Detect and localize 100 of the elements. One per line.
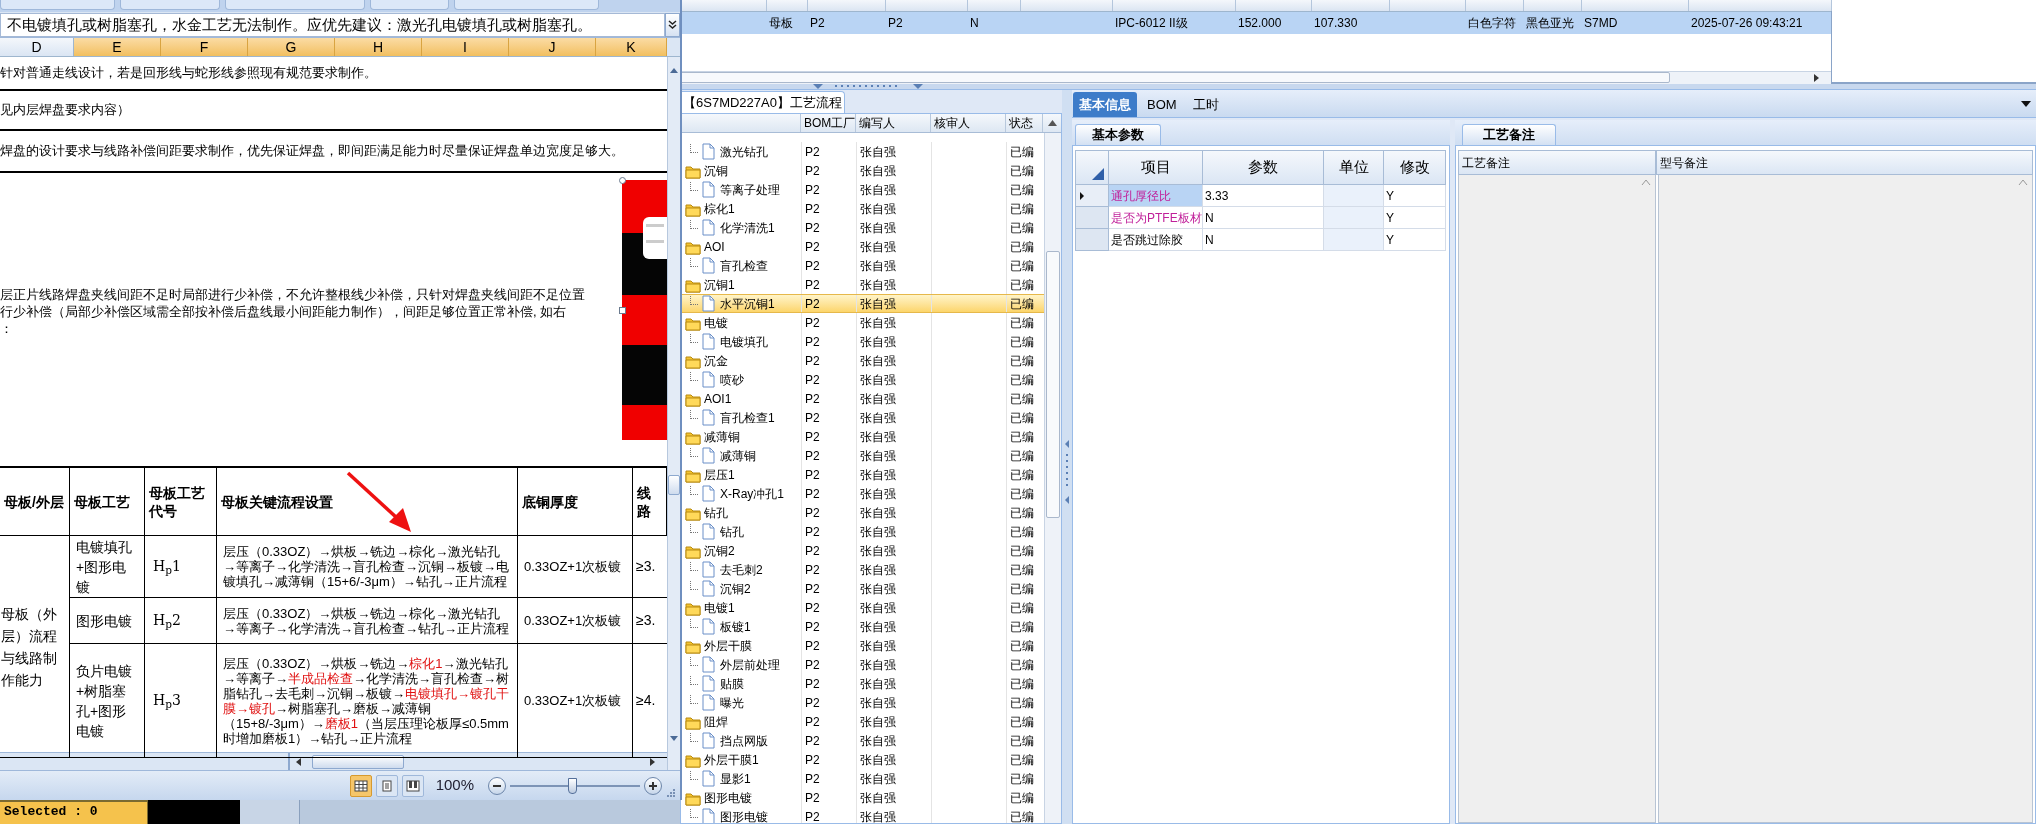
column-header[interactable]: K — [596, 38, 667, 56]
zoom-slider[interactable] — [510, 777, 640, 794]
table-cell: H$_{p}$1 — [145, 536, 217, 598]
table-cell: 0.33OZ+1次板镀 — [518, 598, 633, 644]
double-chevron-icon — [668, 20, 677, 30]
column-header[interactable]: 型号备注 — [1656, 150, 2033, 175]
selection-handle[interactable] — [619, 307, 626, 314]
column-header[interactable]: 状态 — [1006, 114, 1043, 132]
scroll-up-icon — [1047, 120, 1057, 126]
tree-item-label[interactable]: 电镀 — [704, 313, 728, 332]
table-cell-text: 已编 — [1010, 390, 1034, 408]
tree-item-label[interactable]: 喷砂 — [720, 370, 744, 389]
table-cell: 针对普通走线设计，若是回形线与蛇形线参照现有规范要求制作。 — [0, 57, 667, 91]
tab[interactable]: BOM — [1141, 92, 1183, 117]
selection-handle[interactable] — [619, 177, 626, 184]
tree-item-label[interactable]: 沉铜2 — [720, 579, 751, 598]
column-header[interactable]: 参数 — [1203, 150, 1324, 185]
column-header[interactable]: E — [74, 38, 161, 56]
tree-item-label[interactable]: 盲孔检查 — [720, 256, 768, 275]
scrollbar-thumb[interactable] — [1046, 251, 1060, 518]
tree-item-label[interactable]: 钻孔 — [704, 503, 728, 522]
tab[interactable]: 基本信息 — [1073, 92, 1137, 117]
table-cell-text: 张自强 — [860, 276, 896, 294]
column-header[interactable]: F — [161, 38, 248, 56]
panel-tab[interactable]: 基本参数 — [1075, 124, 1161, 145]
table-cell-text: 已编 — [1010, 656, 1034, 674]
tree-item-label[interactable]: 外层干膜 — [704, 636, 752, 655]
dropdown-icon — [2020, 100, 2032, 108]
table-cell-text: P2 — [805, 561, 820, 579]
tree-item-label[interactable]: 盲孔检查1 — [720, 408, 775, 427]
scroll-up-icon — [1641, 179, 1651, 186]
tree-item-label[interactable]: 显影1 — [720, 769, 751, 788]
table-cell-text: P2 — [805, 599, 820, 617]
tree-item-label[interactable]: 减薄铜 — [720, 446, 756, 465]
column-header[interactable]: 编写人 — [856, 114, 931, 132]
table-cell-text: 张自强 — [860, 428, 896, 446]
column-header[interactable]: BOM工厂 — [801, 114, 856, 132]
document-icon — [700, 181, 716, 198]
zoom-in-button[interactable] — [644, 776, 662, 795]
tree-item-label[interactable]: 钻孔 — [720, 522, 744, 541]
table-cell-text: 已编 — [1010, 732, 1034, 750]
column-header[interactable]: I — [422, 38, 509, 56]
tree-item-label[interactable]: 外层前处理 — [720, 655, 780, 674]
tree-item-label[interactable]: 沉金 — [704, 351, 728, 370]
view-button[interactable] — [401, 774, 424, 797]
column-header[interactable]: D — [0, 38, 74, 56]
table-cell-text: P2 — [805, 504, 820, 522]
tree-item-label[interactable]: 图形电镀 — [720, 807, 768, 823]
tree-item-label[interactable]: 等离子处理 — [720, 180, 780, 199]
table-cell: H$_{p}$2 — [145, 598, 217, 644]
column-header[interactable]: 工艺备注 — [1458, 150, 1656, 175]
tree-item-label[interactable]: 化学清洗1 — [720, 218, 775, 237]
tree-item-label[interactable]: 沉铜2 — [704, 541, 735, 560]
tree-item-label[interactable]: 激光钻孔 — [720, 142, 768, 161]
column-header[interactable]: G — [248, 38, 335, 56]
tree-item-label[interactable]: 水平沉铜1 — [720, 294, 775, 313]
column-header[interactable]: 项目 — [1109, 150, 1203, 185]
panel-tab[interactable]: 工艺备注 — [1462, 124, 1556, 145]
tree-item-label[interactable]: 贴膜 — [720, 674, 744, 693]
tree-item-label[interactable]: 棕化1 — [704, 199, 735, 218]
tree-item-label[interactable]: 去毛刺2 — [720, 560, 763, 579]
row-header[interactable] — [1075, 185, 1109, 207]
tree-item-label[interactable]: 电镀1 — [704, 598, 735, 617]
tree-item-label[interactable]: AOI1 — [704, 389, 732, 408]
slider-thumb[interactable] — [568, 777, 578, 794]
scrollbar-thumb[interactable] — [312, 754, 404, 769]
tree-item-label[interactable]: 外层干膜1 — [704, 750, 759, 769]
table-cell: 图形电镀 — [70, 598, 145, 644]
tree-item-label[interactable]: X-Ray冲孔1 — [720, 484, 784, 503]
panel-tab[interactable]: 【6S7MD227A0】工艺流程 — [680, 91, 845, 113]
tree-item-label[interactable]: 挡点网版 — [720, 731, 768, 750]
document-icon — [700, 143, 716, 160]
tree-item-label[interactable]: 减薄铜 — [704, 427, 740, 446]
zoom-out-button[interactable] — [488, 776, 506, 795]
column-header[interactable]: J — [509, 38, 596, 56]
column-header[interactable]: 修改 — [1384, 150, 1446, 185]
resize-grip-icon — [666, 788, 676, 798]
document-icon — [700, 618, 716, 635]
tree-item-label[interactable]: 曝光 — [720, 693, 744, 712]
tree-item-label[interactable]: 沉铜 — [704, 161, 728, 180]
tree-item-label[interactable]: 板镀1 — [720, 617, 751, 636]
column-header[interactable]: 单位 — [1324, 150, 1384, 185]
view-button[interactable] — [349, 774, 372, 797]
tree-item-label[interactable]: 电镀填孔 — [720, 332, 768, 351]
tree-item-label[interactable]: 阻焊 — [704, 712, 728, 731]
table-row[interactable]: 母板 P2 P2 N IPC-6012 II级 152.000 107.330 白色字符 黑色亚光 S7MD 2025-07-26 09:43:21 — [680, 12, 1831, 34]
tree-item-label[interactable]: 图形电镀 — [704, 788, 752, 807]
tree-row[interactable]: 水平沉铜1 P2 张自强 已编 — [681, 294, 1044, 313]
tree-line — [690, 220, 698, 229]
table-cell-text: S7MD — [1584, 15, 1618, 32]
formula-bar[interactable]: 不电镀填孔或树脂塞孔，水金工艺无法制作。应优先建议：激光孔电镀填孔或树脂塞孔。 — [0, 13, 665, 37]
scrollbar-thumb[interactable] — [680, 72, 1670, 83]
tree-item-label[interactable]: AOI — [704, 237, 725, 256]
expand-button[interactable] — [665, 13, 680, 37]
column-header[interactable]: H — [335, 38, 422, 56]
tab[interactable]: 工时 — [1186, 92, 1225, 117]
tree-item-label[interactable]: 层压1 — [704, 465, 735, 484]
column-header[interactable]: 核审人 — [931, 114, 1006, 132]
tree-item-label[interactable]: 沉铜1 — [704, 275, 735, 294]
scrollbar-thumb[interactable] — [668, 475, 680, 495]
